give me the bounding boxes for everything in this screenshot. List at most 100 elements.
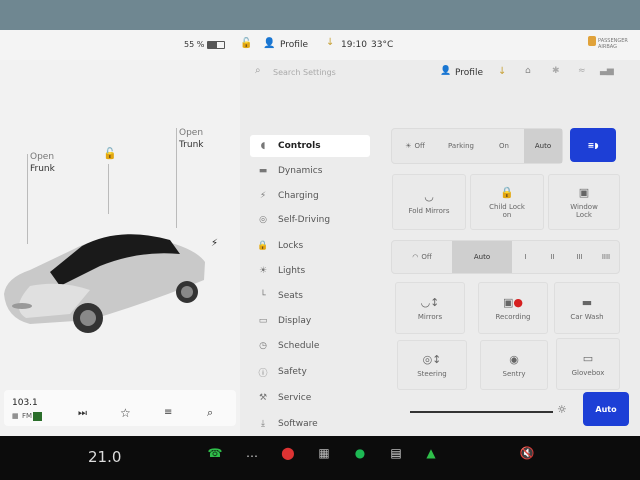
profile-icon[interactable]: 👤: [263, 38, 275, 49]
nav-item-schedule[interactable]: ◷ Schedule: [250, 335, 370, 357]
high-beam-icon: ≡◗: [587, 140, 599, 150]
radio-frequency: 103.1: [12, 398, 38, 408]
joystick-icon[interactable]: ⬤: [279, 444, 297, 462]
steering-button[interactable]: ◎↕ Steering: [397, 340, 467, 390]
profile-icon[interactable]: 👤: [440, 66, 451, 76]
nav-item-service[interactable]: ⚒ Service: [250, 387, 370, 409]
energy-app-icon[interactable]: ▲: [422, 444, 440, 462]
toybox-icon[interactable]: ▦: [315, 444, 333, 462]
nav-item-seats[interactable]: └ Seats: [250, 285, 370, 307]
equalizer-icon[interactable]: ≡: [164, 407, 172, 418]
calendar-icon[interactable]: ▤: [387, 444, 405, 462]
sentry-button[interactable]: ◉ Sentry: [480, 340, 548, 390]
radio-icon: ▦: [12, 412, 19, 420]
child-lock-icon: 🔒: [500, 185, 514, 199]
sentry-icon: ◉: [509, 352, 519, 366]
car-visualization-panel: Open Frunk 🔓 Open Trunk ⚡ 103.1 ▦ FM: [0, 60, 240, 436]
nav-item-lights[interactable]: ☀ Lights: [250, 260, 370, 282]
glovebox-button[interactable]: ▭ Glovebox: [556, 338, 620, 390]
dock-bar: 21.0 ☎ … ⬤ ▦ ● ▤ ▲ 🔇: [0, 436, 640, 480]
trunk-open-label[interactable]: Open: [179, 128, 203, 138]
nav-item-safety[interactable]: ⓘ Safety: [250, 361, 370, 383]
favorite-icon[interactable]: ☆: [120, 406, 131, 420]
wiper-icon: ◠: [412, 253, 419, 261]
frunk-label[interactable]: Frunk: [30, 164, 55, 174]
trunk-label[interactable]: Trunk: [179, 140, 204, 150]
seat-icon: └: [260, 291, 266, 301]
wipers-off[interactable]: ◠ Off: [392, 241, 452, 273]
profile-label[interactable]: Profile: [455, 68, 483, 78]
car-image: [4, 234, 205, 333]
mirror-adjust-icon: ◡↕: [420, 295, 440, 309]
brightness-auto-button[interactable]: Auto: [583, 392, 629, 426]
clock-icon: ◷: [259, 341, 267, 351]
search-icon[interactable]: ⌕: [207, 406, 213, 420]
wipers-auto[interactable]: Auto: [452, 241, 512, 273]
nav-item-charging[interactable]: ⚡ Charging: [250, 185, 370, 207]
nav-item-software[interactable]: ⤓ Software: [250, 413, 370, 435]
more-apps-icon[interactable]: …: [243, 444, 261, 462]
nav-item-display[interactable]: ▭ Display: [250, 310, 370, 332]
phone-icon[interactable]: ☎: [206, 444, 224, 462]
next-track-icon[interactable]: ⏭: [78, 408, 87, 419]
frunk-open-label[interactable]: Open: [30, 152, 54, 162]
window-lock-button[interactable]: ▣ Window Lock: [548, 174, 620, 230]
spotify-icon[interactable]: ●: [351, 444, 369, 462]
passenger-airbag-label: PASSENGER AIRBAG: [598, 38, 628, 50]
camera-icon: ▣●: [502, 295, 523, 309]
download-icon: ⤓: [261, 419, 265, 429]
volume-mute-icon[interactable]: 🔇: [518, 444, 536, 462]
recording-button[interactable]: ▣● Recording: [478, 282, 548, 334]
high-beam-button[interactable]: ≡◗: [570, 128, 616, 162]
car-lock-icon[interactable]: 🔓: [103, 147, 117, 160]
cabin-temperature[interactable]: 21.0: [88, 448, 121, 466]
fold-mirrors-button[interactable]: ◡ Fold Mirrors: [392, 174, 466, 230]
mirrors-button[interactable]: ◡↕ Mirrors: [395, 282, 465, 334]
car-wash-icon: ▬: [581, 295, 593, 309]
lock-icon[interactable]: 🔓: [240, 38, 252, 49]
signal-icon: ▃▅: [600, 66, 614, 76]
wrench-icon: ⚒: [258, 393, 268, 403]
download-icon: ↓: [326, 37, 335, 48]
status-bar: 55 % 🔓 👤 Profile ↓ 19:10 33°C PASSENGER …: [0, 30, 640, 60]
settings-nav: ◖ Controls ▬ Dynamics ⚡ Charging ◎ Self-Driv…: [240, 60, 380, 436]
radio-band: FM: [22, 412, 33, 420]
clock-time: 19:10: [341, 40, 367, 50]
headlights-parking[interactable]: Parking: [438, 129, 484, 163]
headlight-icon: ☀: [405, 142, 412, 150]
download-icon: ↓: [498, 66, 507, 77]
battery-percentage: 55 %: [184, 40, 205, 49]
display-icon: ▭: [258, 316, 268, 326]
lock-line: [108, 164, 109, 214]
battery-icon: [207, 41, 225, 49]
wipers-speed-2[interactable]: II: [539, 241, 566, 273]
lock-icon: 🔒: [257, 241, 269, 251]
mirror-icon: ◡: [424, 189, 434, 203]
steering-wheel-icon: ◎: [259, 215, 267, 225]
nav-item-locks[interactable]: 🔒 Locks: [250, 235, 370, 257]
nav-item-controls[interactable]: ◖ Controls: [250, 135, 370, 157]
bluetooth-icon: ✱: [552, 66, 560, 76]
headlights-on[interactable]: On: [484, 129, 524, 163]
profile-label[interactable]: Profile: [280, 40, 308, 50]
stop-icon[interactable]: [33, 412, 42, 421]
steering-wheel-icon: ◎↕: [422, 352, 442, 366]
headlights-auto[interactable]: Auto: [524, 129, 562, 163]
wipers-speed-3[interactable]: III: [566, 241, 593, 273]
outside-temperature: 33°C: [371, 40, 394, 50]
toggle-icon: ◖: [260, 141, 266, 151]
wipers-speed-4[interactable]: IIII: [593, 241, 619, 273]
glovebox-icon: ▭: [582, 351, 594, 365]
headlights-off[interactable]: ☀ Off: [392, 129, 438, 163]
wifi-icon: ≈: [578, 66, 586, 76]
wipers-speed-1[interactable]: I: [512, 241, 539, 273]
home-icon: ⌂: [525, 66, 531, 76]
car-wash-button[interactable]: ▬ Car Wash: [554, 282, 620, 334]
nav-item-dynamics[interactable]: ▬ Dynamics: [250, 160, 370, 182]
brightness-slider[interactable]: [410, 411, 553, 413]
window-lock-icon: ▣: [578, 185, 590, 199]
nav-item-self-driving[interactable]: ◎ Self-Driving: [250, 209, 370, 231]
touchscreen: 55 % 🔓 👤 Profile ↓ 19:10 33°C PASSENGER …: [0, 30, 640, 436]
sun-icon: ☀: [258, 266, 268, 276]
child-lock-button[interactable]: 🔒 Child Lock on: [470, 174, 544, 230]
